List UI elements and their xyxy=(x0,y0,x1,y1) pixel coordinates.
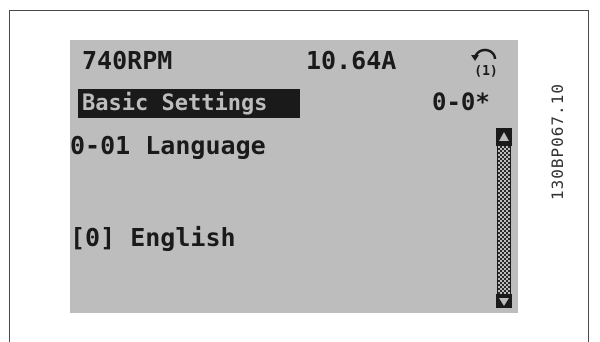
figure-id: 130BP067.10 xyxy=(528,40,567,200)
current-readout: 10.64A xyxy=(306,46,397,75)
menu-title: Basic Settings xyxy=(82,91,268,116)
scroll-track[interactable] xyxy=(497,146,511,294)
speed-readout: 740RPM xyxy=(82,46,173,75)
figure-id-text: 130BP067.10 xyxy=(548,83,567,200)
set-up-menu-icon: (1) xyxy=(471,48,498,78)
parameter-value[interactable]: [0] English xyxy=(70,223,518,253)
lcd-display: 740RPM 10.64A (1) Basic Settings 0-0* 0-… xyxy=(70,40,518,313)
scroll-up-arrow-icon[interactable] xyxy=(496,128,512,146)
menu-title-bar: Basic Settings xyxy=(78,89,300,118)
scrollbar[interactable] xyxy=(496,128,512,308)
status-line: 740RPM 10.64A (1) xyxy=(70,46,518,78)
scroll-down-arrow-icon[interactable] xyxy=(496,294,512,308)
parameter-name: 0-01 Language xyxy=(70,131,266,160)
set-up-number: (1) xyxy=(474,64,497,78)
menu-code: 0-0* xyxy=(432,88,490,116)
